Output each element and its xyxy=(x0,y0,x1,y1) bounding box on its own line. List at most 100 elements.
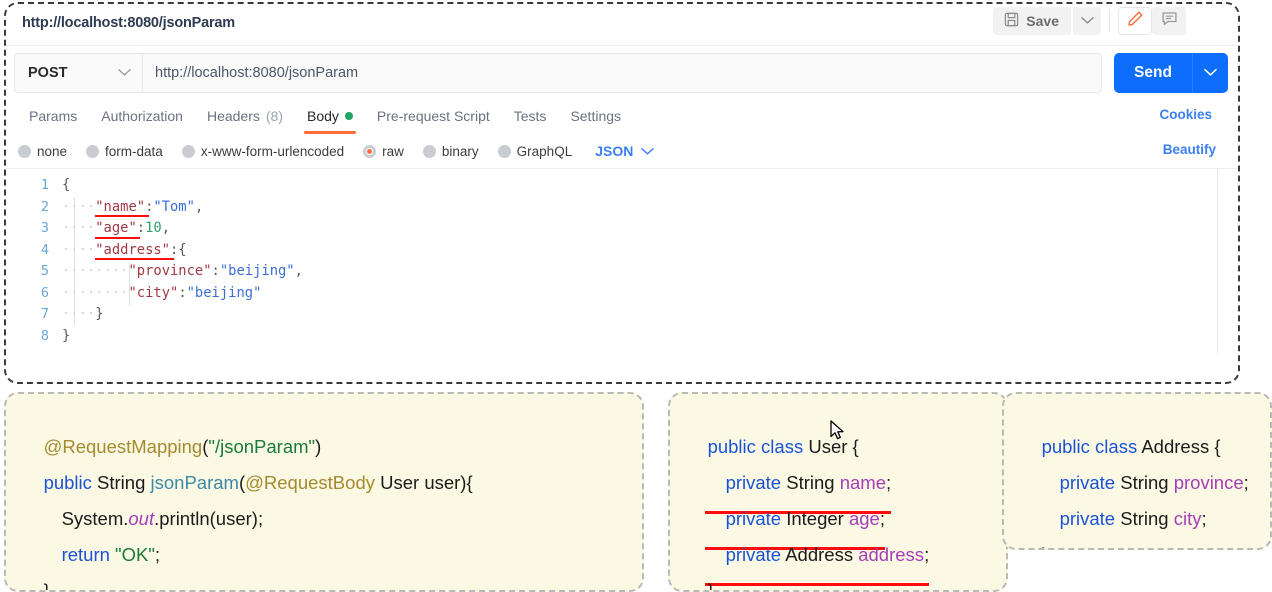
keyword-private: private xyxy=(726,472,782,493)
save-button[interactable]: Save xyxy=(993,7,1071,35)
field-type: Integer xyxy=(781,508,849,529)
request-body-annotation: @RequestBody xyxy=(245,472,375,493)
code-line-3: ····"age":10, xyxy=(62,218,1178,240)
user-class-code-card: public class User { private String name;… xyxy=(668,392,1008,592)
return-type: String xyxy=(92,472,151,493)
field-name-name: name xyxy=(840,472,886,493)
radio-icon xyxy=(86,145,99,158)
code-line-4: ····"address":{ xyxy=(62,240,1178,262)
mapping-path: "/jsonParam" xyxy=(208,436,315,457)
editor-scrollbar[interactable] xyxy=(1217,169,1218,353)
raw-format-select[interactable]: JSON xyxy=(595,143,654,159)
body-type-raw[interactable]: raw xyxy=(363,144,404,159)
body-type-label: none xyxy=(37,144,67,159)
floppy-disk-icon xyxy=(1004,12,1019,30)
code-line-1: { xyxy=(62,175,1178,197)
user-line-4: private Address address; xyxy=(705,527,929,583)
radio-icon xyxy=(18,145,31,158)
keyword-return: return xyxy=(62,544,110,565)
line-number: 4 xyxy=(6,240,58,262)
chevron-down-icon xyxy=(118,64,131,82)
keyword-private: private xyxy=(726,508,782,529)
keyword-private: private xyxy=(1060,508,1116,529)
code-line-2: ····"name":"Tom", xyxy=(62,197,1178,219)
tab-label: Headers xyxy=(207,108,260,124)
paren: ) xyxy=(315,436,321,457)
line-number: 6 xyxy=(6,283,58,305)
code-line-5: ········"province":"beijing", xyxy=(62,261,1178,283)
url-bar: POST http://localhost:8080/jsonParam Sen… xyxy=(6,46,1238,98)
line-number: 3 xyxy=(6,218,58,240)
tab-label: Settings xyxy=(570,108,621,124)
body-type-form-data[interactable]: form-data xyxy=(86,144,163,159)
tab-body[interactable]: Body xyxy=(295,98,365,134)
code-line-7: ····} xyxy=(62,304,1178,326)
tab-label: Tests xyxy=(514,108,547,124)
body-type-label: x-www-form-urlencoded xyxy=(201,144,344,159)
address-line-4: } xyxy=(1021,527,1048,550)
request-mapping-annotation: @RequestMapping xyxy=(44,436,203,457)
controller-line-4: return "OK"; xyxy=(41,527,160,583)
radio-icon xyxy=(423,145,436,158)
body-type-row: none form-data x-www-form-urlencoded raw… xyxy=(6,134,1238,168)
semicolon: ; xyxy=(1244,472,1249,493)
tab-settings[interactable]: Settings xyxy=(558,98,633,134)
line-number: 1 xyxy=(6,175,58,197)
address-class-code-card: public class Address { private String pr… xyxy=(1002,392,1272,550)
tab-label: Body xyxy=(307,108,339,124)
field-type: String xyxy=(1115,472,1174,493)
body-type-graphql[interactable]: GraphQL xyxy=(498,144,573,159)
body-type-label: binary xyxy=(442,144,479,159)
semicolon: ; xyxy=(886,472,891,493)
comment-icon xyxy=(1161,10,1178,32)
radio-icon xyxy=(182,145,195,158)
keyword-private: private xyxy=(1060,472,1116,493)
url-input[interactable]: http://localhost:8080/jsonParam xyxy=(142,53,1102,93)
address-line-3: private String city; xyxy=(1039,491,1207,547)
http-method-select[interactable]: POST xyxy=(14,53,142,93)
code-line-6: ········"city":"beijing" xyxy=(62,283,1178,305)
keyword-public-class: public class xyxy=(1042,436,1138,457)
line-number: 8 xyxy=(6,326,58,348)
tab-params[interactable]: Params xyxy=(17,98,89,134)
line-number: 7 xyxy=(6,304,58,326)
body-type-none[interactable]: none xyxy=(18,144,67,159)
json-body-editor[interactable]: 1 2 3 4 5 6 7 8 { ····"name":"Tom", ····… xyxy=(6,168,1238,353)
controller-code-card: @RequestMapping("/jsonParam") public Str… xyxy=(4,392,644,592)
body-type-urlencoded[interactable]: x-www-form-urlencoded xyxy=(182,144,344,159)
title-action-group: Save xyxy=(993,7,1186,35)
request-tabs: Params Authorization Headers (8) Body Pr… xyxy=(6,98,1238,134)
comments-button[interactable] xyxy=(1152,7,1186,35)
radio-icon xyxy=(498,145,511,158)
radio-selected-icon xyxy=(363,145,376,158)
edit-request-button[interactable] xyxy=(1118,7,1152,35)
body-status-dot xyxy=(345,112,353,120)
user-line-5: } xyxy=(687,563,714,592)
tab-label: Authorization xyxy=(101,108,183,124)
send-button[interactable]: Send xyxy=(1114,53,1192,93)
editor-code-area[interactable]: { ····"name":"Tom", ····"age":10, ····"a… xyxy=(62,175,1178,347)
tab-label: Params xyxy=(29,108,77,124)
send-dropdown-button[interactable] xyxy=(1192,53,1228,93)
field-name-age: age xyxy=(849,508,880,529)
cookies-link[interactable]: Cookies xyxy=(1159,107,1212,122)
url-input-value: http://localhost:8080/jsonParam xyxy=(155,65,358,81)
request-title-bar: http://localhost:8080/jsonParam Save xyxy=(6,4,1238,46)
semicolon: ; xyxy=(880,508,885,529)
request-title: http://localhost:8080/jsonParam xyxy=(22,15,235,31)
semicolon: ; xyxy=(1201,508,1206,529)
save-dropdown-button[interactable] xyxy=(1073,7,1101,35)
class-name-user: User { xyxy=(803,436,859,457)
tab-label: Pre-request Script xyxy=(377,108,490,124)
beautify-link[interactable]: Beautify xyxy=(1163,142,1216,157)
tab-pre-request-script[interactable]: Pre-request Script xyxy=(365,98,502,134)
tab-authorization[interactable]: Authorization xyxy=(89,98,195,134)
static-field-out: out xyxy=(128,508,154,529)
body-type-label: GraphQL xyxy=(517,144,573,159)
method-params: User user){ xyxy=(375,472,473,493)
body-type-binary[interactable]: binary xyxy=(423,144,479,159)
tab-headers[interactable]: Headers (8) xyxy=(195,98,295,134)
tab-tests[interactable]: Tests xyxy=(502,98,559,134)
headers-count: (8) xyxy=(266,108,283,124)
closing-brace: } xyxy=(1042,544,1048,551)
